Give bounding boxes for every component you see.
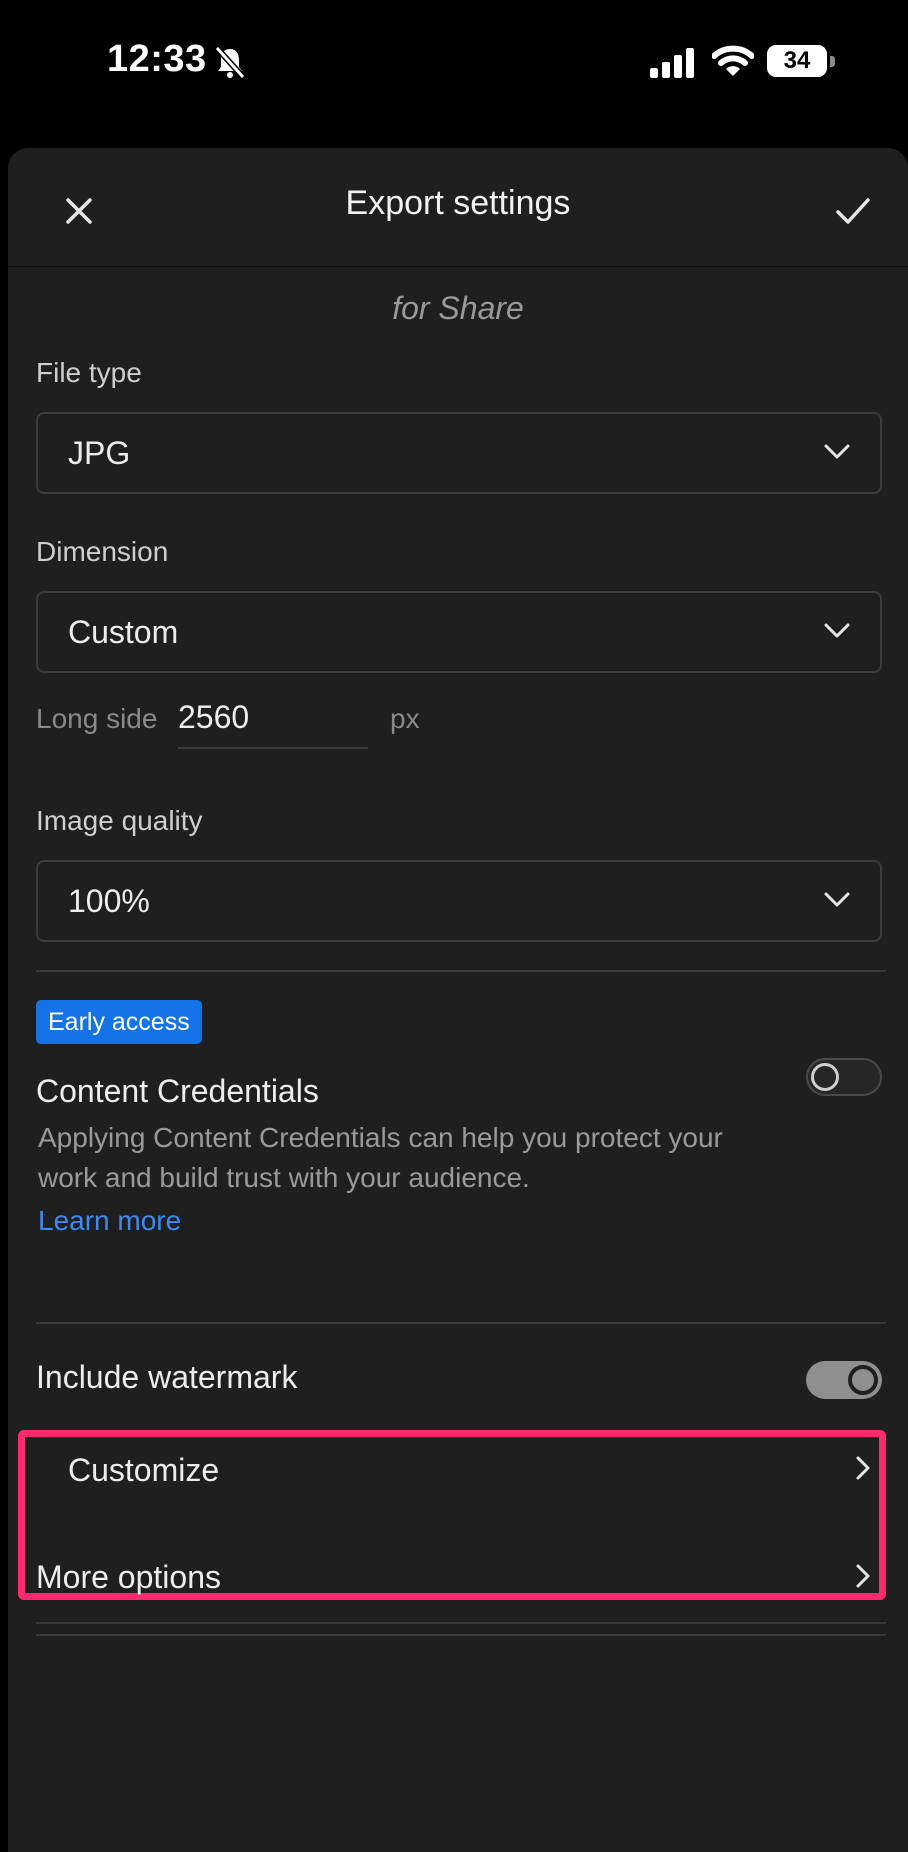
learn-more-link[interactable]: Learn more — [38, 1205, 181, 1237]
cellular-signal-icon — [650, 48, 694, 78]
customize-label: Customize — [68, 1452, 220, 1488]
dimension-select[interactable]: Custom — [36, 591, 882, 673]
bottom-divider — [36, 1634, 886, 1636]
chevron-right-icon — [856, 1564, 870, 1588]
more-options-label: More options — [36, 1559, 221, 1595]
status-bar: 12:33 34 — [0, 0, 908, 148]
section-divider — [36, 970, 886, 972]
long-side-value: 2560 — [178, 699, 250, 735]
chevron-down-icon — [824, 892, 850, 907]
page-title: Export settings — [345, 184, 571, 222]
status-time: 12:33 — [107, 38, 207, 80]
early-access-badge: Early access — [36, 1000, 202, 1044]
bell-slash-icon — [214, 45, 246, 80]
checkmark-icon[interactable] — [826, 186, 880, 236]
battery-level: 34 — [783, 47, 811, 74]
content-credentials-toggle[interactable] — [806, 1058, 882, 1096]
dimension-value: Custom — [68, 614, 179, 650]
file-type-select[interactable]: JPG — [36, 412, 882, 494]
section-divider — [36, 1622, 886, 1624]
dimension-label: Dimension — [36, 536, 169, 567]
content-credentials-title: Content Credentials — [36, 1073, 319, 1109]
chevron-down-icon — [824, 444, 850, 459]
long-side-input[interactable]: 2560 — [178, 693, 368, 749]
include-watermark-label: Include watermark — [36, 1359, 298, 1395]
image-quality-label: Image quality — [36, 805, 203, 836]
image-quality-value: 100% — [68, 883, 150, 919]
wifi-icon — [712, 45, 754, 76]
sheet-header: Export settings — [8, 148, 908, 267]
include-watermark-toggle[interactable] — [806, 1361, 882, 1399]
file-type-label: File type — [36, 357, 142, 388]
chevron-down-icon — [824, 623, 850, 638]
toggle-knob — [811, 1063, 839, 1091]
image-quality-select[interactable]: 100% — [36, 860, 882, 942]
export-settings-sheet: Export settings for Share File type JPG … — [8, 148, 908, 1852]
long-side-unit: px — [390, 703, 420, 734]
content-credentials-description: Applying Content Credentials can help yo… — [38, 1122, 723, 1193]
export-preset-subtitle: for Share — [392, 290, 524, 326]
chevron-right-icon — [856, 1456, 870, 1480]
long-side-label: Long side — [36, 703, 158, 734]
file-type-value: JPG — [68, 435, 131, 471]
section-divider — [36, 1322, 886, 1324]
battery-icon: 34 — [767, 45, 837, 79]
toggle-knob — [848, 1365, 878, 1395]
